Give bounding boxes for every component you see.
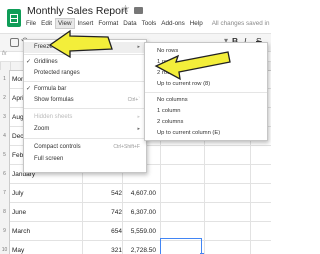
star-icon[interactable]: ☆ bbox=[121, 4, 130, 15]
freeze-no-columns[interactable]: No columns bbox=[145, 95, 267, 106]
folder-icon[interactable] bbox=[134, 7, 143, 14]
row-number[interactable]: 4 bbox=[0, 127, 10, 146]
menu-item-label: Hidden sheets bbox=[34, 114, 73, 120]
submenu-arrow-icon: ▸ bbox=[137, 114, 140, 120]
table-row: 8 June 742 6,307.00 bbox=[0, 203, 271, 222]
view-menu-item-gridlines[interactable]: ✓ Gridlines bbox=[24, 57, 146, 68]
cell-units[interactable]: 654 bbox=[82, 222, 122, 241]
menu-divider bbox=[24, 81, 146, 82]
menu-item-label: Up to current column (E) bbox=[157, 130, 221, 136]
check-icon: ✓ bbox=[26, 86, 32, 92]
menu-insert[interactable]: Insert bbox=[76, 19, 96, 28]
menu-view[interactable]: View bbox=[55, 18, 75, 29]
menu-item-label: Compact controls bbox=[34, 144, 81, 150]
selected-cell[interactable] bbox=[160, 238, 204, 254]
view-menu-item-freeze[interactable]: Freeze ▸ bbox=[24, 42, 146, 53]
freeze-no-rows[interactable]: No rows bbox=[145, 46, 267, 57]
row-number[interactable]: 3 bbox=[0, 108, 10, 127]
row-number[interactable]: 8 bbox=[0, 203, 10, 222]
view-menu-item-show-formulas[interactable]: Show formulas Ctrl+` bbox=[24, 95, 146, 106]
menu-item-label: 2 rows bbox=[157, 70, 175, 76]
view-menu: Freeze ▸ ✓ Gridlines Protected ranges ✓ … bbox=[23, 39, 147, 173]
cell-sales[interactable]: 2,728.50 bbox=[120, 241, 156, 254]
menu-data[interactable]: Data bbox=[121, 19, 138, 28]
menu-divider bbox=[24, 54, 146, 55]
menu-divider bbox=[24, 108, 146, 109]
menu-divider bbox=[24, 138, 146, 139]
freeze-1-column[interactable]: 1 column bbox=[145, 106, 267, 117]
menu-format[interactable]: Format bbox=[96, 19, 120, 28]
cell-month[interactable]: May bbox=[12, 241, 24, 254]
menu-bar: File Edit View Insert Format Data Tools Add-ons… bbox=[24, 18, 271, 30]
menu-item-label: No columns bbox=[157, 97, 188, 103]
menu-item-label: Zoom bbox=[34, 126, 50, 132]
menu-item-label: No rows bbox=[157, 48, 179, 54]
menu-item-label: 2 columns bbox=[157, 119, 184, 125]
menu-item-label: Formula bar bbox=[34, 86, 67, 92]
submenu-arrow-icon: ▸ bbox=[137, 126, 140, 132]
shortcut-label: Ctrl+` bbox=[127, 97, 140, 103]
freeze-up-to-current-column[interactable]: Up to current column (E) bbox=[145, 128, 267, 139]
freeze-up-to-current-row[interactable]: Up to current row (8) bbox=[145, 79, 267, 90]
row-number[interactable]: 1 bbox=[0, 70, 10, 89]
save-status[interactable]: All changes saved in Drive bbox=[210, 19, 271, 28]
menu-addons[interactable]: Add-ons bbox=[159, 19, 186, 28]
fx-label: fx bbox=[2, 51, 7, 57]
table-row: 9 March 654 5,559.00 bbox=[0, 222, 271, 241]
view-menu-item-full-screen[interactable]: Full screen bbox=[24, 154, 146, 165]
print-icon[interactable] bbox=[10, 38, 19, 47]
menu-item-label: Full screen bbox=[34, 156, 64, 162]
cell-sales[interactable]: 5,559.00 bbox=[120, 222, 156, 241]
cell-units[interactable]: 542 bbox=[82, 184, 122, 203]
cell-sales[interactable]: 4,607.00 bbox=[120, 184, 156, 203]
menu-item-label: 1 row bbox=[157, 59, 172, 65]
row-number[interactable]: 7 bbox=[0, 184, 10, 203]
menu-item-label: Gridlines bbox=[34, 59, 58, 65]
menu-tools[interactable]: Tools bbox=[140, 19, 159, 28]
check-icon: ✓ bbox=[26, 59, 32, 65]
spreadsheet-window: Monthly Sales Report ☆ File Edit View Inser… bbox=[0, 0, 271, 254]
freeze-2-columns[interactable]: 2 columns bbox=[145, 117, 267, 128]
cell-month[interactable]: March bbox=[12, 222, 30, 241]
menu-item-label: 1 column bbox=[157, 108, 181, 114]
menu-file[interactable]: File bbox=[24, 19, 38, 28]
menu-edit[interactable]: Edit bbox=[39, 19, 54, 28]
menu-item-label: Protected ranges bbox=[34, 70, 80, 76]
freeze-2-rows[interactable]: 2 rows bbox=[145, 68, 267, 79]
table-row: 7 July 542 4,607.00 bbox=[0, 184, 271, 203]
sheets-logo-icon[interactable] bbox=[7, 9, 21, 27]
freeze-1-row[interactable]: 1 row bbox=[145, 57, 267, 68]
view-menu-item-zoom[interactable]: Zoom ▸ bbox=[24, 124, 146, 135]
cell-units[interactable]: 321 bbox=[82, 241, 122, 254]
menu-help[interactable]: Help bbox=[188, 19, 205, 28]
cell-month[interactable]: June bbox=[12, 203, 26, 222]
cell-sales[interactable]: 6,307.00 bbox=[120, 203, 156, 222]
submenu-arrow-icon: ▸ bbox=[137, 44, 140, 50]
view-menu-item-hidden-sheets: Hidden sheets ▸ bbox=[24, 112, 146, 123]
menu-divider bbox=[145, 92, 267, 93]
view-menu-item-compact-controls[interactable]: Compact controls Ctrl+Shift+F bbox=[24, 142, 146, 153]
row-number[interactable]: 6 bbox=[0, 165, 10, 184]
row-number[interactable]: 10 bbox=[0, 241, 10, 254]
row-number[interactable]: 2 bbox=[0, 89, 10, 108]
document-title[interactable]: Monthly Sales Report bbox=[27, 5, 127, 17]
freeze-submenu: No rows 1 row 2 rows Up to current row (… bbox=[144, 42, 268, 141]
shortcut-label: Ctrl+Shift+F bbox=[113, 144, 140, 150]
cell-month[interactable]: July bbox=[12, 184, 24, 203]
row-number[interactable]: 9 bbox=[0, 222, 10, 241]
table-row: 10 May 321 2,728.50 bbox=[0, 241, 271, 254]
row-number[interactable]: 5 bbox=[0, 146, 10, 165]
menu-item-label: Up to current row (8) bbox=[157, 81, 211, 87]
menu-item-label: Freeze bbox=[34, 44, 53, 50]
menu-item-label: Show formulas bbox=[34, 97, 74, 103]
view-menu-item-formula-bar[interactable]: ✓ Formula bar bbox=[24, 84, 146, 95]
corner-cell[interactable] bbox=[0, 62, 10, 70]
view-menu-item-protected-ranges[interactable]: Protected ranges bbox=[24, 68, 146, 79]
cell-units[interactable]: 742 bbox=[82, 203, 122, 222]
